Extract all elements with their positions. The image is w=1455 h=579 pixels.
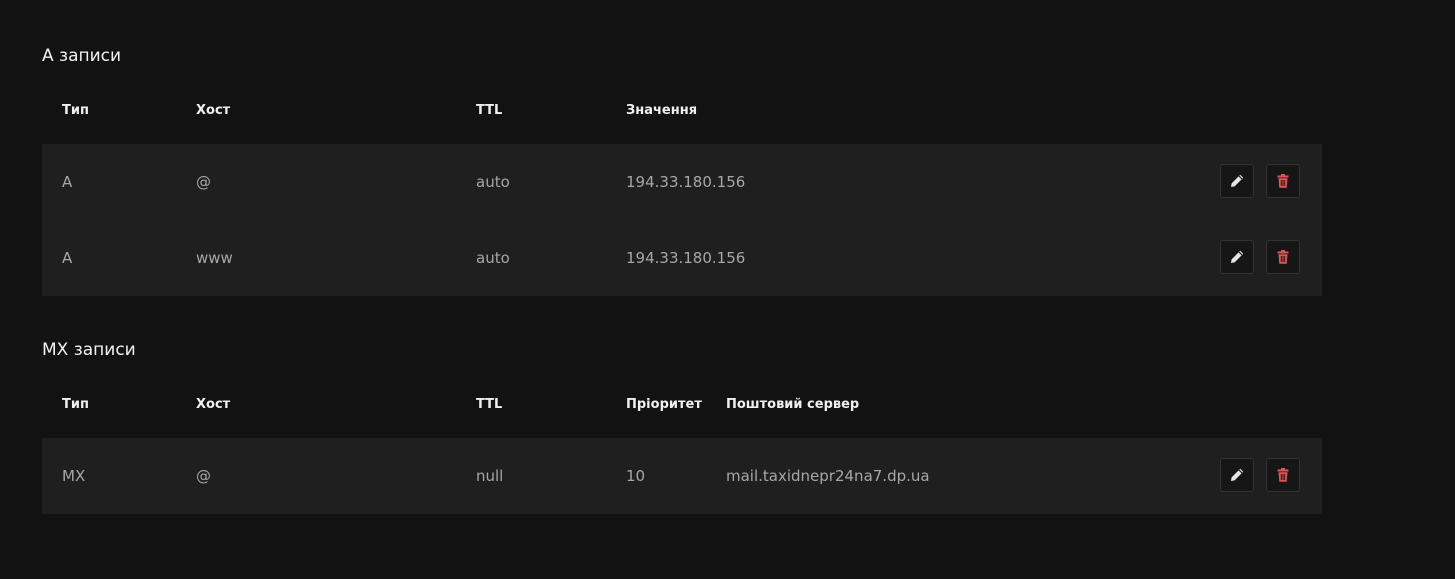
pencil-icon [1229,249,1245,265]
cell-value: 194.33.180.156 [626,249,746,267]
table-row: MX @ null 10 mail.taxidnepr24na7.dp.ua [42,438,1322,514]
edit-button[interactable] [1220,164,1254,198]
mx-records-header: Тип Хост TTL Пріоритет Поштовий сервер [42,395,1322,415]
cell-mail-server: mail.taxidnepr24na7.dp.ua [726,467,930,485]
table-row: A www auto 194.33.180.156 [42,220,1322,296]
cell-host: @ [196,173,211,191]
cell-ttl: auto [476,173,510,191]
mx-records-title: MX записи [42,340,136,360]
col-value: Значення [626,103,698,118]
trash-icon [1275,467,1291,483]
edit-button[interactable] [1220,240,1254,274]
col-host: Хост [196,103,231,118]
a-records-title: A записи [42,46,122,66]
mx-records-table: MX @ null 10 mail.taxidnepr24na7.dp.ua [42,438,1322,514]
trash-icon [1275,249,1291,265]
delete-button[interactable] [1266,240,1300,274]
cell-host: www [196,249,233,267]
a-records-section: A записи Тип Хост TTL Значення A @ auto … [42,45,1322,297]
cell-ttl: null [476,467,504,485]
col-mail-server: Поштовий сервер [726,397,860,412]
table-row: A @ auto 194.33.180.156 [42,144,1322,220]
cell-priority: 10 [626,467,646,485]
cell-type: MX [62,467,86,485]
col-ttl: TTL [476,103,503,118]
delete-button[interactable] [1266,458,1300,492]
col-type: Тип [62,397,89,412]
col-host: Хост [196,397,231,412]
cell-type: A [62,173,73,191]
col-ttl: TTL [476,397,503,412]
trash-icon [1275,173,1291,189]
col-priority: Пріоритет [626,397,702,412]
pencil-icon [1229,173,1245,189]
a-records-header: Тип Хост TTL Значення [42,101,1322,121]
cell-value: 194.33.180.156 [626,173,746,191]
col-type: Тип [62,103,89,118]
cell-ttl: auto [476,249,510,267]
cell-type: A [62,249,73,267]
mx-records-section: MX записи Тип Хост TTL Пріоритет Поштови… [42,339,1322,515]
delete-button[interactable] [1266,164,1300,198]
cell-host: @ [196,467,211,485]
a-records-table: A @ auto 194.33.180.156 A www auto 194.3… [42,144,1322,296]
pencil-icon [1229,467,1245,483]
edit-button[interactable] [1220,458,1254,492]
